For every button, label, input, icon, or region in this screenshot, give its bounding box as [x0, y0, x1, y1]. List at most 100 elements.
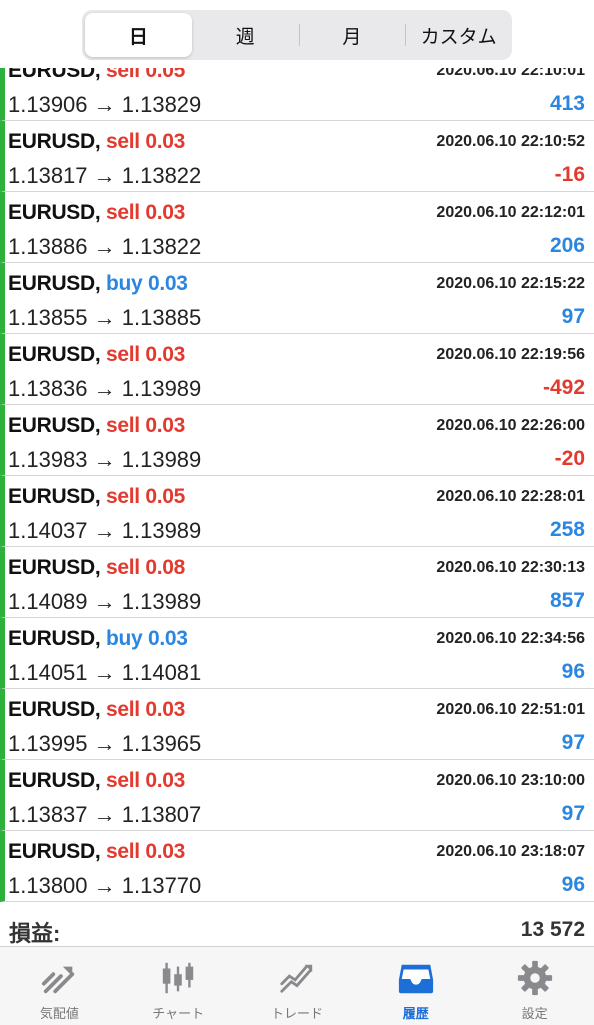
history-row[interactable]: EURUSD, sell 0.03 2020.06.10 22:19:56 1.13…: [0, 334, 594, 405]
row-symbol: EURUSD, sell 0.03: [8, 769, 185, 793]
trade-icon: [280, 964, 313, 993]
row-symbol: EURUSD, sell 0.03: [8, 343, 185, 367]
history-row[interactable]: EURUSD, sell 0.05 2020.06.10 22:28:01 1.14…: [0, 476, 594, 547]
row-timestamp: 2020.06.10 22:28:01: [436, 488, 585, 505]
order-side-lot: sell 0.03: [105, 130, 186, 153]
row-profit: 857: [549, 589, 585, 612]
settings-icon: [517, 960, 552, 996]
row-profit: 97: [561, 802, 585, 825]
row-profit: -492: [542, 376, 585, 399]
row-prices: 1.13855 → 1.13885: [8, 305, 202, 330]
row-profit: 97: [561, 305, 585, 328]
profit-summary: 損益: 13 572: [0, 908, 594, 946]
row-symbol: EURUSD, buy 0.03: [8, 272, 188, 296]
order-side-lot: sell 0.05: [105, 485, 186, 508]
history-row[interactable]: EURUSD, sell 0.03 2020.06.10 22:26:00 1.13…: [0, 405, 594, 476]
tab-trade[interactable]: トレード: [238, 947, 357, 1025]
summary-label: 損益:: [9, 921, 61, 946]
tab-label-trade: トレード: [270, 1006, 323, 1021]
tab-label-settings: 設定: [521, 1006, 548, 1021]
symbol-text: EURUSD,: [8, 343, 101, 366]
symbol-text: EURUSD,: [8, 769, 101, 792]
history-row[interactable]: EURUSD, buy 0.03 2020.06.10 22:15:22 1.138…: [0, 263, 594, 334]
symbol-text: EURUSD,: [8, 840, 101, 863]
history-list[interactable]: EURUSD, sell 0.05 2020.06.10 22:10:01 1.13…: [0, 50, 594, 908]
row-prices: 1.13983 → 1.13989: [8, 447, 202, 472]
row-profit: 97: [561, 731, 585, 754]
symbol-text: EURUSD,: [8, 201, 101, 224]
row-prices: 1.13886 → 1.13822: [8, 234, 202, 259]
row-profit: -16: [554, 163, 585, 186]
row-symbol: EURUSD, sell 0.05: [8, 485, 185, 509]
row-prices: 1.13836 → 1.13989: [8, 376, 202, 401]
bottom-tab-bar: 気配値 チャート トレード 履歴 設定: [0, 946, 594, 1025]
row-prices: 1.14051 → 1.14081: [8, 660, 202, 685]
summary-value: 13 572: [520, 918, 585, 941]
period-segmented-control: 日 週 月 カスタム: [82, 10, 512, 60]
row-symbol: EURUSD, sell 0.08: [8, 556, 185, 580]
row-timestamp: 2020.06.10 22:12:01: [436, 204, 585, 221]
order-side-lot: sell 0.03: [105, 201, 186, 224]
row-timestamp: 2020.06.10 23:10:00: [436, 772, 585, 789]
symbol-text: EURUSD,: [8, 485, 101, 508]
row-profit: 258: [549, 518, 585, 541]
row-prices: 1.13906 → 1.13829: [8, 92, 202, 117]
row-timestamp: 2020.06.10 22:34:56: [436, 630, 585, 647]
history-row[interactable]: EURUSD, sell 0.08 2020.06.10 22:30:13 1.14…: [0, 547, 594, 618]
row-timestamp: 2020.06.10 22:30:13: [436, 559, 585, 576]
row-symbol: EURUSD, sell 0.03: [8, 130, 185, 154]
row-symbol: EURUSD, buy 0.03: [8, 627, 188, 651]
row-prices: 1.13817 → 1.13822: [8, 163, 202, 188]
row-timestamp: 2020.06.10 22:19:56: [436, 346, 585, 363]
order-side-lot: buy 0.03: [105, 627, 188, 650]
order-side-lot: sell 0.03: [105, 769, 186, 792]
segment-day[interactable]: 日: [85, 13, 192, 57]
row-prices: 1.13800 → 1.13770: [8, 873, 202, 898]
history-row[interactable]: EURUSD, buy 0.03 2020.06.10 22:34:56 1.140…: [0, 618, 594, 689]
symbol-text: EURUSD,: [8, 627, 101, 650]
symbol-text: EURUSD,: [8, 698, 101, 721]
row-timestamp: 2020.06.10 22:51:01: [436, 701, 585, 718]
segment-week[interactable]: 週: [192, 13, 299, 57]
tab-label-quotes: 気配値: [39, 1006, 79, 1021]
chart-icon: [162, 962, 194, 994]
row-timestamp: 2020.06.10 23:18:07: [436, 843, 585, 860]
row-timestamp: 2020.06.10 22:26:00: [436, 417, 585, 434]
order-side-lot: sell 0.03: [105, 840, 186, 863]
row-profit: 413: [549, 92, 585, 115]
symbol-text: EURUSD,: [8, 272, 101, 295]
order-side-lot: sell 0.08: [105, 556, 186, 579]
tab-history[interactable]: 履歴: [356, 947, 475, 1025]
row-prices: 1.14037 → 1.13989: [8, 518, 202, 543]
segment-custom[interactable]: カスタム: [405, 13, 512, 57]
symbol-text: EURUSD,: [8, 556, 101, 579]
tab-label-history: 履歴: [402, 1006, 429, 1021]
tab-settings[interactable]: 設定: [475, 947, 594, 1025]
row-profit: 206: [549, 234, 585, 257]
order-side-lot: sell 0.03: [105, 343, 186, 366]
symbol-text: EURUSD,: [8, 130, 101, 153]
history-icon: [398, 964, 433, 994]
row-timestamp: 2020.06.10 22:10:52: [436, 133, 585, 150]
period-header: 日 週 月 カスタム: [0, 0, 594, 68]
history-row[interactable]: EURUSD, sell 0.03 2020.06.10 23:10:00 1.13…: [0, 760, 594, 831]
row-symbol: EURUSD, sell 0.03: [8, 201, 185, 225]
row-symbol: EURUSD, sell 0.03: [8, 840, 185, 864]
tab-quotes[interactable]: 気配値: [0, 947, 119, 1025]
history-row[interactable]: EURUSD, sell 0.03 2020.06.10 23:18:07 1.13…: [0, 831, 594, 902]
segment-month[interactable]: 月: [298, 13, 406, 57]
order-side-lot: sell 0.03: [105, 698, 186, 721]
history-row[interactable]: EURUSD, sell 0.03 2020.06.10 22:12:01 1.13…: [0, 192, 594, 263]
row-symbol: EURUSD, sell 0.03: [8, 414, 185, 438]
tab-chart[interactable]: チャート: [119, 947, 238, 1025]
tab-label-chart: チャート: [152, 1006, 205, 1021]
row-prices: 1.13995 → 1.13965: [8, 731, 202, 756]
history-row[interactable]: EURUSD, sell 0.03 2020.06.10 22:51:01 1.13…: [0, 689, 594, 760]
history-row[interactable]: EURUSD, sell 0.03 2020.06.10 22:10:52 1.13…: [0, 121, 594, 192]
row-timestamp: 2020.06.10 22:15:22: [436, 275, 585, 292]
quotes-icon: [42, 966, 75, 994]
order-side-lot: buy 0.03: [105, 272, 188, 295]
symbol-text: EURUSD,: [8, 414, 101, 437]
row-prices: 1.14089 → 1.13989: [8, 589, 202, 614]
row-profit: 96: [561, 873, 585, 896]
